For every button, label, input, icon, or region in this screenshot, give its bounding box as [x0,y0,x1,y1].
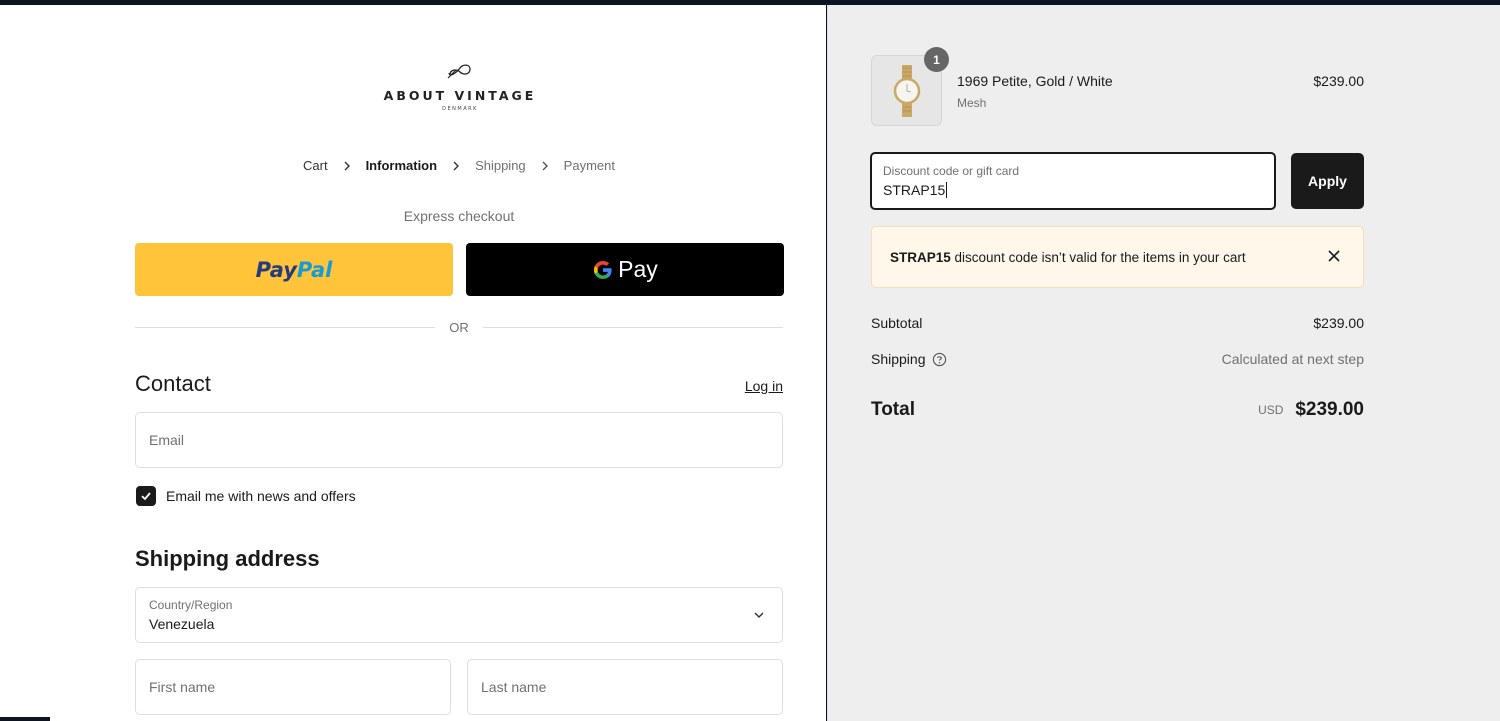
country-select[interactable]: Country/Region Venezuela [135,587,783,643]
discount-error-banner: STRAP15 discount code isn’t valid for th… [871,226,1364,288]
discount-code-input[interactable]: Discount code or gift card STRAP15 [870,152,1276,210]
breadcrumb-information: Information [365,158,438,173]
product-price: $239.00 [1313,73,1364,89]
breadcrumb-payment: Payment [563,158,615,173]
paypal-logo-pal: Pal [296,257,333,282]
chevron-down-icon [754,612,764,618]
shipping-row: Shipping Calculated at next step [871,351,1364,367]
apply-discount-button[interactable]: Apply [1291,153,1364,209]
error-code: STRAP15 [890,250,951,265]
shipping-value: Calculated at next step [1221,351,1364,367]
brand-sub: DENMARK [442,106,478,112]
chevron-right-icon [542,161,548,170]
infinity-logo-icon [447,64,471,79]
subtotal-label: Subtotal [871,315,923,331]
shipping-address-heading: Shipping address [135,546,320,571]
news-offers-checkbox[interactable] [136,486,156,506]
total-currency: USD [1258,403,1284,417]
total-label: Total [871,399,915,420]
first-name-field[interactable]: First name [135,659,451,715]
discount-error-message: STRAP15 discount code isn’t valid for th… [890,250,1246,265]
news-offers-label: Email me with news and offers [166,488,356,504]
google-pay-button[interactable]: Pay [466,243,784,296]
error-text: discount code isn’t valid for the items … [950,250,1246,265]
email-field[interactable]: Email [135,412,783,468]
chevron-right-icon [453,161,460,170]
chevron-right-icon [344,161,350,170]
subtotal-row: Subtotal $239.00 [871,315,1364,331]
last-name-field[interactable]: Last name [467,659,783,715]
question-circle-icon[interactable] [932,352,947,367]
contact-heading: Contact [135,371,211,396]
breadcrumb-shipping: Shipping [475,158,526,173]
quantity-badge: 1 [924,47,949,72]
breadcrumb: Cart Information Shipping Payment [135,158,783,173]
or-label: OR [449,319,469,335]
country-label: Country/Region [149,598,233,612]
shipping-label: Shipping [871,351,926,367]
login-link[interactable]: Log in [745,378,783,394]
news-offers-option: Email me with news and offers [136,486,356,506]
text-caret [946,182,948,198]
watch-image [893,64,920,117]
google-pay-label: Pay [618,256,658,282]
product-name: 1969 Petite, Gold / White [957,73,1113,89]
total-row: Total USD $239.00 [871,399,1364,421]
google-g-icon [594,260,612,279]
total-value: $239.00 [1295,399,1364,420]
divider-line [482,326,783,328]
shipping-label-group: Shipping [871,351,947,367]
window-edge [0,717,50,721]
checkout-main: ABOUT VINTAGE DENMARK Cart Information S… [0,5,826,721]
first-name-placeholder: First name [149,679,216,695]
country-value: Venezuela [149,616,215,632]
discount-label: Discount code or gift card [883,164,1020,178]
discount-value: STRAP15 [883,182,946,198]
paypal-logo-pay: Pay [255,257,297,282]
paypal-logo: PayPal [256,258,333,282]
divider-line [135,326,436,328]
checkmark-icon [141,492,151,501]
order-summary: 1 1969 Petite, Gold / White Mesh $239.00… [827,5,1500,721]
store-logo[interactable]: ABOUT VINTAGE DENMARK [360,60,560,112]
product-variant: Mesh [957,96,987,110]
email-placeholder: Email [149,432,185,448]
subtotal-value: $239.00 [1313,315,1364,331]
or-divider: OR [135,319,783,335]
paypal-button[interactable]: PayPal [135,243,453,296]
last-name-placeholder: Last name [481,679,547,695]
brand-name: ABOUT VINTAGE [383,88,537,103]
express-checkout-label: Express checkout [403,208,515,224]
close-icon[interactable] [1327,249,1341,263]
breadcrumb-cart[interactable]: Cart [303,158,328,173]
total-amount-group: USD $239.00 [1258,399,1364,421]
discount-value-wrap: STRAP15 [883,182,948,198]
